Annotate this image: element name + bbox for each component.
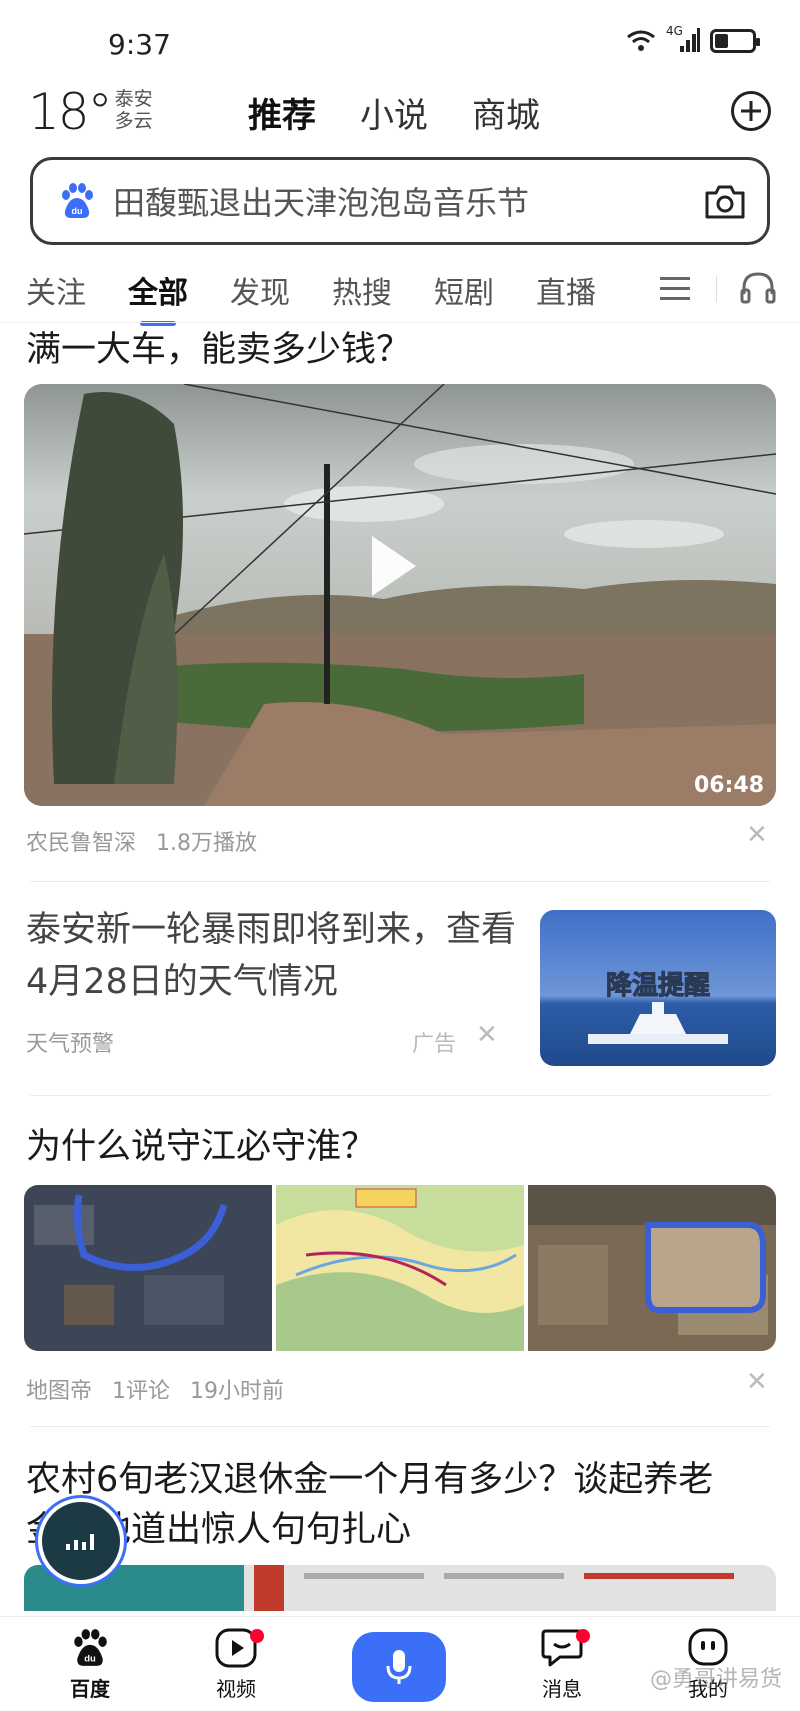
tab-novel[interactable]: 小说 bbox=[360, 88, 428, 137]
channel-discover[interactable]: 发现 bbox=[230, 268, 290, 312]
signal-icon: 4G bbox=[666, 24, 700, 54]
camera-icon[interactable] bbox=[703, 181, 747, 221]
feed-item-title[interactable]: 为什么说守江必守淮？ bbox=[26, 1122, 376, 1172]
microphone-icon bbox=[386, 1650, 412, 1684]
nav-home-label: 百度 bbox=[70, 1677, 110, 1701]
watermark: @勇哥讲易货 bbox=[649, 1667, 782, 1692]
feed-item-meta: 地图帝 1评论 19小时前 bbox=[26, 1373, 284, 1405]
weather-widget[interactable]: 18° 泰安 多云 bbox=[28, 84, 153, 140]
channel-follow[interactable]: 关注 bbox=[26, 268, 86, 312]
feed-item-title[interactable]: 满一大车，能卖多少钱？ bbox=[26, 325, 411, 375]
svg-text:du: du bbox=[84, 1654, 96, 1665]
weather-temp: 18° bbox=[28, 83, 113, 141]
comment-count: 1评论 bbox=[112, 1379, 171, 1404]
feed-divider bbox=[30, 1095, 770, 1096]
close-icon[interactable]: ✕ bbox=[746, 820, 768, 850]
channel-divider bbox=[0, 322, 800, 323]
ad-thumb-text: 降温提醒 bbox=[606, 971, 710, 1001]
feed-divider bbox=[30, 881, 770, 882]
menu-icon[interactable] bbox=[660, 275, 690, 301]
channel-all[interactable]: 全部 bbox=[128, 268, 188, 326]
nav-home[interactable]: du 百度 bbox=[50, 1627, 130, 1702]
ad-source: 天气预警 bbox=[26, 1032, 115, 1057]
nav-messages-label: 消息 bbox=[542, 1677, 582, 1701]
svg-text:du: du bbox=[72, 206, 83, 216]
status-icons: 4G bbox=[626, 24, 760, 54]
video-thumbnail[interactable]: 06:48 bbox=[24, 384, 776, 806]
notification-badge bbox=[250, 1629, 264, 1643]
status-bar: 9:37 4G bbox=[0, 0, 800, 80]
headphone-icon[interactable] bbox=[740, 270, 776, 304]
ad-label: 广告 bbox=[412, 1032, 457, 1057]
audio-bars-icon bbox=[66, 1534, 94, 1550]
search-input[interactable]: du 田馥甄退出天津泡泡岛音乐节 bbox=[30, 157, 770, 245]
wifi-icon bbox=[627, 30, 655, 51]
weather-condition: 多云 bbox=[114, 110, 153, 132]
video-duration: 06:48 bbox=[693, 773, 764, 798]
status-time: 9:37 bbox=[108, 28, 171, 61]
tab-mall[interactable]: 商城 bbox=[472, 88, 540, 137]
close-icon[interactable]: ✕ bbox=[476, 1020, 498, 1050]
author-name[interactable]: 地图帝 bbox=[26, 1373, 92, 1405]
ad-scene: 降温提醒 bbox=[540, 910, 776, 1066]
voice-search-button[interactable] bbox=[352, 1632, 446, 1702]
tab-recommend[interactable]: 推荐 bbox=[248, 88, 316, 137]
feed-item-title[interactable]: 农村6旬老汉退休金一个月有多少？谈起养老金，他道出惊人句句扎心 bbox=[26, 1455, 778, 1555]
nav-messages[interactable]: 消息 bbox=[522, 1627, 602, 1702]
top-tabs: 推荐 小说 商城 bbox=[248, 88, 540, 137]
image-grid[interactable] bbox=[24, 1185, 776, 1351]
map-thumbnail[interactable] bbox=[528, 1185, 776, 1351]
ad-meta: 天气预警 bbox=[26, 1026, 114, 1058]
play-count: 1.8万播放 bbox=[156, 831, 258, 856]
channel-short-drama[interactable]: 短剧 bbox=[434, 268, 494, 312]
video-scene bbox=[24, 384, 776, 806]
divider bbox=[716, 276, 717, 302]
map-thumbnail[interactable] bbox=[276, 1185, 524, 1351]
baidu-paw-icon: du bbox=[62, 183, 93, 218]
weather-city: 泰安 bbox=[114, 88, 153, 110]
battery-icon bbox=[710, 29, 760, 53]
channel-tabs: 关注 全部 发现 热搜 短剧 直播 bbox=[26, 268, 638, 326]
channel-live[interactable]: 直播 bbox=[536, 268, 596, 312]
bottom-nav: du 百度 视频 消息 我的 @勇哥讲易货 bbox=[0, 1616, 800, 1711]
ad-title[interactable]: 泰安新一轮暴雨即将到来，查看4月28日的天气情况 bbox=[26, 904, 526, 1008]
feed-item-meta: 农民鲁智深 1.8万播放 bbox=[26, 825, 257, 857]
article-thumbnail[interactable] bbox=[24, 1565, 776, 1611]
close-icon[interactable]: ✕ bbox=[746, 1367, 768, 1397]
nav-video-label: 视频 bbox=[216, 1677, 256, 1701]
nav-video[interactable]: 视频 bbox=[196, 1627, 276, 1702]
notification-badge bbox=[576, 1629, 590, 1643]
baidu-paw-icon: du bbox=[74, 1629, 107, 1666]
post-time: 19小时前 bbox=[190, 1379, 285, 1404]
ad-thumbnail[interactable]: 降温提醒 bbox=[540, 910, 776, 1066]
floating-audio-button[interactable] bbox=[38, 1498, 124, 1584]
author-name[interactable]: 农民鲁智深 bbox=[26, 825, 136, 857]
map-thumbnail[interactable] bbox=[24, 1185, 272, 1351]
add-button[interactable] bbox=[731, 91, 771, 131]
search-placeholder: 田馥甄退出天津泡泡岛音乐节 bbox=[113, 184, 530, 222]
channel-hot[interactable]: 热搜 bbox=[332, 268, 392, 312]
feed-divider bbox=[30, 1426, 770, 1427]
